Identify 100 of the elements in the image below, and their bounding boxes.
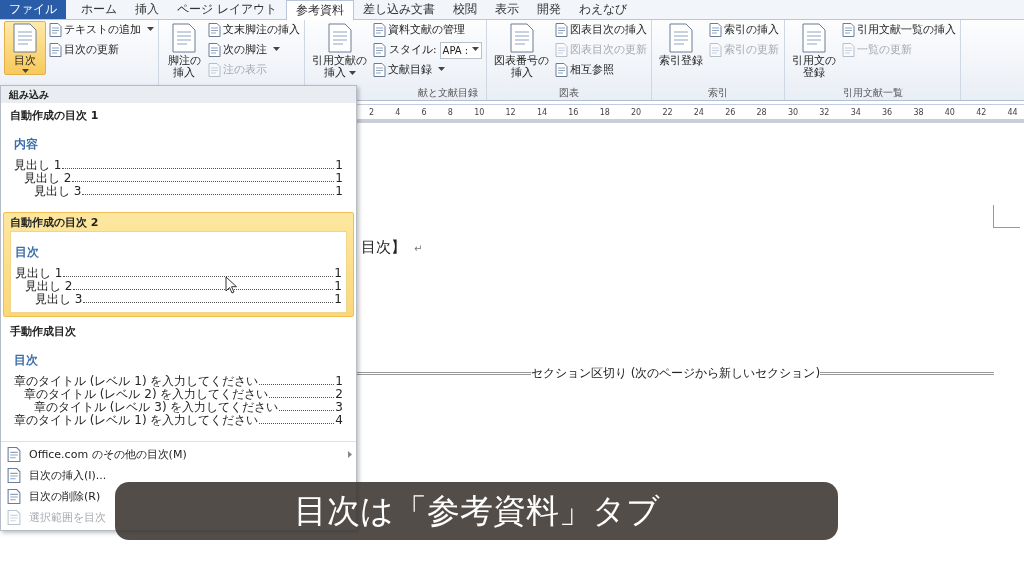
document-icon (669, 23, 694, 53)
ribbon-button[interactable]: 索引登録 (656, 21, 707, 69)
ribbon-button[interactable]: 図表番号の 挿入 (491, 21, 553, 81)
document-icon (7, 468, 21, 483)
ruler-number: 22 (662, 107, 673, 117)
group-label: 索引 (708, 86, 729, 100)
ruler-number: 6 (421, 107, 427, 117)
ribbon-tab[interactable]: 開発 (527, 0, 570, 19)
gallery-item-title: 自動作成の目次 2 (9, 215, 100, 231)
ribbon-tab[interactable]: 参考資料 (285, 0, 354, 20)
ruler-number: 30 (787, 107, 799, 117)
document-icon (7, 447, 21, 462)
ribbon-command[interactable]: 目次の更新 (49, 41, 119, 59)
document-icon (842, 23, 856, 37)
gallery-item[interactable]: 自動作成の目次 1 内容 見出し 1 1 見出し 2 1 見出し 3 1 (3, 105, 354, 208)
caret-icon (472, 47, 480, 51)
paragraph-mark: ↵ (414, 243, 423, 254)
toc-entry-text: 見出し 1 (14, 159, 62, 172)
document-icon (555, 43, 569, 57)
toc-page-number: 3 (335, 401, 343, 414)
toc-page-number: 1 (335, 185, 343, 198)
video-caption: 目次は「参考資料」タブ (115, 482, 838, 540)
ribbon-command[interactable]: 索引の挿入 (709, 21, 780, 39)
ribbon-button[interactable]: 引用文の 登録 (789, 21, 840, 81)
ribbon-button[interactable]: 引用文献の 挿入 (309, 21, 370, 81)
style-label: スタイル: (389, 43, 437, 57)
document-icon (208, 43, 221, 57)
toc-entry-text: 章のタイトル (レベル 1) を入力してください (14, 375, 259, 388)
ribbon-command[interactable]: 文献目録 (373, 61, 445, 79)
ribbon-command[interactable]: 文末脚注の挿入 (208, 21, 300, 39)
ribbon-button[interactable]: 目次 (4, 21, 46, 75)
document-icon (373, 43, 386, 57)
mouse-pointer-icon (225, 276, 237, 294)
toc-entry-text: 章のタイトル (レベル 2) を入力してください (24, 388, 269, 401)
menu-item[interactable]: 目次の削除(R) (1, 486, 105, 507)
ribbon-tab[interactable]: 校閲 (443, 0, 486, 19)
ribbon-tab[interactable]: 表示 (485, 0, 528, 19)
ruler-number: 26 (725, 107, 736, 117)
gallery-item-title: 自動作成の目次 1 (9, 108, 100, 124)
toc-entry-text: 見出し 3 (35, 293, 83, 306)
ruler-number: 24 (693, 107, 704, 117)
menu-item[interactable]: 目次の挿入(I)... (1, 465, 111, 486)
toc-page-number: 1 (334, 293, 342, 306)
toc-page-number: 1 (334, 280, 342, 293)
gallery-item[interactable]: 自動作成の目次 2 目次 見出し 1 1 見出し 2 1 見出し 3 1 (3, 212, 354, 317)
document-icon (172, 23, 196, 53)
file-tab[interactable]: ファイル (0, 0, 66, 19)
ribbon-command[interactable]: 相互参照 (555, 61, 615, 79)
ribbon-command[interactable]: 次の脚注 (208, 41, 280, 59)
gallery-item-title: 手動作成目次 (9, 324, 77, 340)
ruler-number: 10 (474, 107, 485, 117)
gallery-item[interactable]: 手動作成目次 目次 章のタイトル (レベル 1) を入力してください 1 章のタイトル (レベル 2) を入力してください 2 章のタイトル (レベル 3) を入力してください 3 章のタイトル (レベル 1) を入力してください 4 (3, 321, 354, 437)
ruler-number: 42 (976, 107, 987, 117)
ribbon-tab[interactable]: ページ レイアウト (168, 0, 286, 19)
toc-entry-text: 見出し 1 (15, 267, 63, 280)
ruler-number: 44 (1007, 107, 1018, 117)
toc-entry-text: 見出し 3 (34, 185, 82, 198)
ruler-number: 2 (369, 107, 375, 117)
toc-page-number: 1 (334, 267, 342, 280)
document-icon (7, 489, 21, 504)
ribbon-tab[interactable]: ホーム (72, 0, 126, 19)
ruler-number: 4 (395, 107, 401, 117)
document-icon (373, 63, 386, 77)
ribbon-tab[interactable]: 挿入 (126, 0, 168, 19)
toc-page-number: 2 (335, 388, 343, 401)
ribbon-command[interactable]: 図表目次の挿入 (555, 21, 648, 39)
document-icon (7, 510, 21, 525)
group-label: 献と文献目録 (418, 86, 479, 100)
ruler-number: 34 (850, 107, 861, 117)
ruler-number: 18 (599, 107, 610, 117)
document-icon (49, 23, 62, 37)
toc-heading: 内容 (14, 136, 39, 153)
ribbon-tab[interactable]: わえなび (569, 0, 636, 19)
ruler-number: 16 (568, 107, 579, 117)
document-icon (842, 43, 856, 57)
document-icon (802, 23, 827, 53)
toc-heading: 目次 (15, 244, 40, 261)
ribbon-command[interactable]: 資料文献の管理 (373, 21, 465, 39)
page-corner-mark (993, 205, 1020, 228)
document-icon (709, 43, 723, 57)
toc-entry-text: 見出し 2 (24, 172, 72, 185)
toc-entry-text: 章のタイトル (レベル 1) を入力してください (14, 414, 259, 427)
toc-page-number: 1 (335, 159, 343, 172)
document-icon (13, 23, 37, 53)
document-icon (373, 23, 386, 37)
toc-page-number: 1 (335, 375, 343, 388)
style-select[interactable]: APA : (439, 41, 483, 59)
ribbon-command[interactable]: 引用文献一覧の挿入 (842, 21, 957, 39)
menu-item[interactable]: Office.com のその他の目次(M) (1, 444, 356, 465)
section-break: セクション区切り (次のページから新しいセクション) (357, 365, 994, 382)
ruler-number: 8 (447, 107, 453, 117)
document-icon (208, 23, 221, 37)
ribbon-command[interactable]: テキストの追加 (49, 21, 154, 39)
ruler-number: 20 (631, 107, 642, 117)
ribbon-tab[interactable]: 差し込み文書 (353, 0, 444, 19)
toc-page-number: 1 (335, 172, 343, 185)
ruler-number: 14 (536, 107, 548, 117)
ruler-number: 40 (944, 107, 955, 117)
document-heading: 目次】 (361, 238, 406, 257)
ribbon-button[interactable]: 脚注の 挿入 (163, 21, 205, 81)
